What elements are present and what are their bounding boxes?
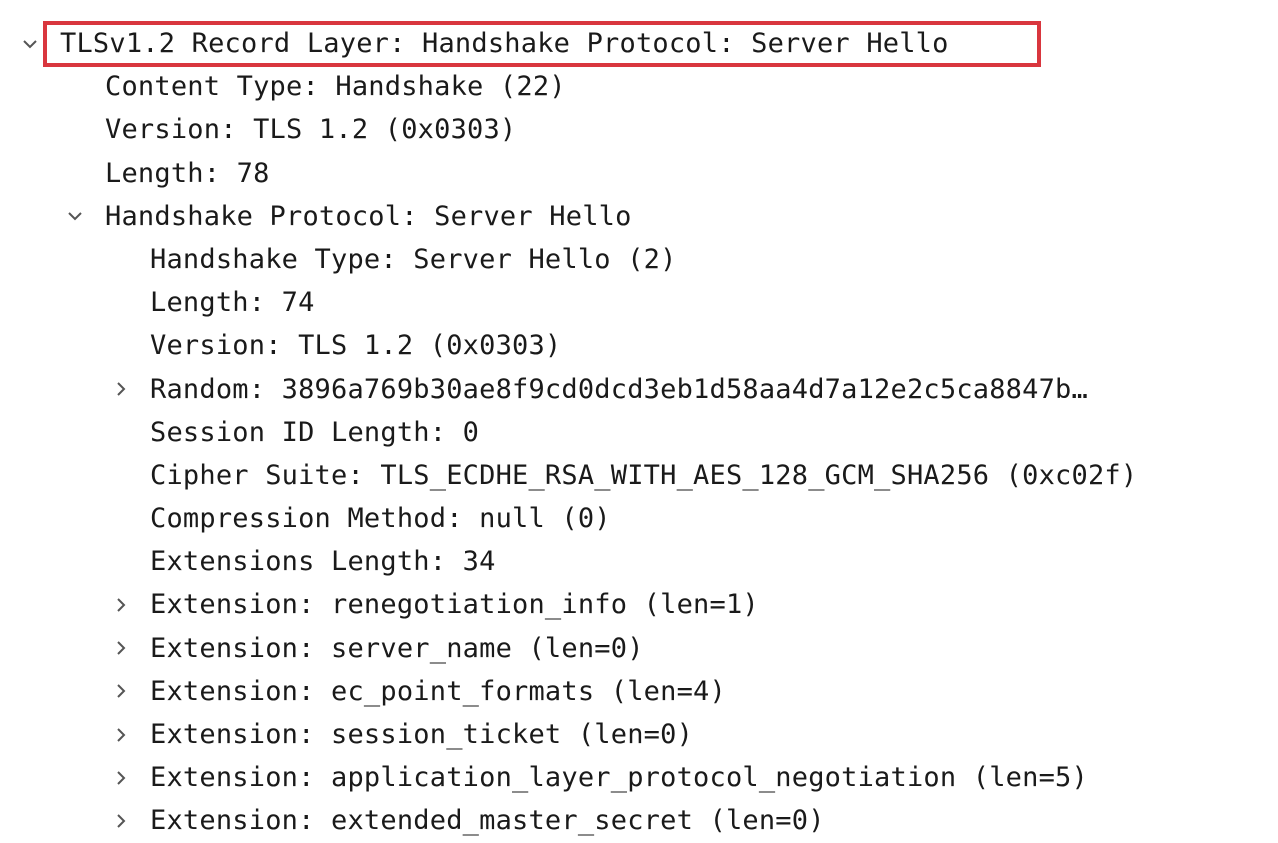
tree-item-record-layer[interactable]: TLSv1.2 Record Layer: Handshake Protocol… [0,22,1278,65]
tree-item-label: Extensions Length: 34 [150,546,496,578]
tree-item-compression-method[interactable]: Compression Method: null (0) [0,497,1278,540]
chevron-right-icon[interactable] [109,713,133,756]
packet-details-tree: TLSv1.2 Record Layer: Handshake Protocol… [0,22,1278,843]
tree-item-extensions-length[interactable]: Extensions Length: 34 [0,540,1278,583]
tree-item-extension[interactable]: Extension: extended_master_secret (len=0… [0,799,1278,842]
chevron-right-icon[interactable] [109,670,133,713]
tree-item-content-type[interactable]: Content Type: Handshake (22) [0,65,1278,108]
tree-item-label: Extension: application_layer_protocol_ne… [150,762,1088,794]
chevron-down-icon[interactable] [63,195,87,238]
tree-item-label: Extension: ec_point_formats (len=4) [150,675,726,707]
tree-item-label: Extension: session_ticket (len=0) [150,719,694,750]
tree-item-cipher-suite[interactable]: Cipher Suite: TLS_ECDHE_RSA_WITH_AES_128… [0,454,1278,497]
tree-item-handshake-protocol[interactable]: Handshake Protocol: Server Hello [0,195,1278,238]
tree-item-version[interactable]: Version: TLS 1.2 (0x0303) [0,108,1278,151]
tree-item-handshake-type[interactable]: Handshake Type: Server Hello (2) [0,238,1278,281]
tree-item-label: Version: TLS 1.2 (0x0303) [150,330,562,362]
tree-item-extension[interactable]: Extension: session_ticket (len=0) [0,713,1278,756]
tree-item-extension[interactable]: Extension: ec_point_formats (len=4) [0,670,1278,713]
tree-item-label: Content Type: Handshake (22) [105,71,566,103]
chevron-right-icon[interactable] [109,368,133,411]
chevron-down-icon[interactable] [18,22,42,65]
tree-item-label: Extension: renegotiation_info (len=1) [150,589,759,621]
tree-item-label: Handshake Type: Server Hello (2) [150,243,677,275]
tree-item-extension[interactable]: Extension: application_layer_protocol_ne… [0,756,1278,799]
tree-item-handshake-length[interactable]: Length: 74 [0,281,1278,324]
tree-item-label: Extension: extended_master_secret (len=0… [150,805,825,837]
tree-item-label: Version: TLS 1.2 (0x0303) [105,114,517,146]
tree-item-extension[interactable]: Extension: renegotiation_info (len=1) [0,583,1278,626]
tree-item-label: TLSv1.2 Record Layer: Handshake Protocol… [60,28,949,59]
chevron-right-icon[interactable] [109,756,133,799]
tree-item-label: Session ID Length: 0 [150,416,480,448]
tree-item-length[interactable]: Length: 78 [0,152,1278,195]
chevron-right-icon[interactable] [109,627,133,670]
tree-item-random[interactable]: Random: 3896a769b30ae8f9cd0dcd3eb1d58aa4… [0,368,1278,411]
chevron-right-icon[interactable] [109,799,133,842]
tree-item-label: Random: 3896a769b30ae8f9cd0dcd3eb1d58aa4… [150,373,1088,405]
tree-item-handshake-version[interactable]: Version: TLS 1.2 (0x0303) [0,324,1278,367]
tree-item-label: Compression Method: null (0) [150,503,611,535]
tree-item-label: Handshake Protocol: Server Hello [105,200,632,232]
tree-item-label: Length: 78 [105,157,270,189]
tree-item-session-id-length[interactable]: Session ID Length: 0 [0,411,1278,454]
chevron-right-icon[interactable] [109,583,133,626]
tree-item-extension[interactable]: Extension: server_name (len=0) [0,627,1278,670]
tree-item-label: Length: 74 [150,287,315,319]
tree-item-label: Cipher Suite: TLS_ECDHE_RSA_WITH_AES_128… [150,459,1138,491]
tree-item-label: Extension: server_name (len=0) [150,632,644,664]
